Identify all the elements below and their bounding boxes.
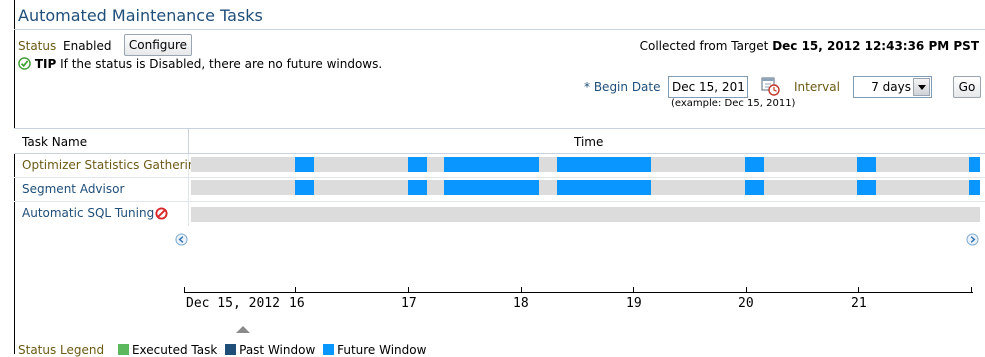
timeline-track-sql-tuning <box>191 207 980 222</box>
collected-timestamp: Dec 15, 2012 12:43:36 PM PST <box>772 39 979 53</box>
column-header-time: Time <box>574 135 604 149</box>
interval-label: Interval <box>794 80 840 94</box>
axis-label: 20 <box>738 296 754 311</box>
axis-tick <box>521 287 522 292</box>
future-window-segment[interactable] <box>745 157 764 172</box>
future-window-swatch <box>323 344 335 355</box>
timeline-track-segment-advisor <box>191 180 980 195</box>
task-link-automatic-sql-tuning[interactable]: Automatic SQL Tuning <box>22 206 168 220</box>
legend-item-executed: Executed Task <box>131 343 218 357</box>
column-divider <box>188 129 189 154</box>
legend-title: Status Legend <box>18 343 105 357</box>
task-link-segment-advisor[interactable]: Segment Advisor <box>22 182 124 196</box>
collected-from-target: Collected from Target Dec 15, 2012 12:43… <box>640 39 979 53</box>
axis-tick <box>184 287 185 292</box>
future-window-segment[interactable] <box>408 157 427 172</box>
timeline-axis <box>184 292 973 293</box>
legend-item-future: Future Window <box>337 343 427 357</box>
scroll-left-icon[interactable] <box>175 233 188 246</box>
check-circle-icon <box>18 57 31 70</box>
begin-date-input[interactable] <box>668 76 748 98</box>
future-window-segment[interactable] <box>557 157 651 172</box>
timeline-track-optimizer <box>191 157 980 172</box>
title-divider <box>14 29 985 30</box>
tip-message: TIP If the status is Disabled, there are… <box>18 57 382 71</box>
axis-label: 18 <box>513 296 529 311</box>
future-window-segment[interactable] <box>295 157 314 172</box>
configure-button[interactable]: Configure <box>124 34 192 56</box>
row-divider <box>188 202 189 226</box>
future-window-segment[interactable] <box>557 180 651 195</box>
future-window-segment[interactable] <box>295 180 314 195</box>
row-divider <box>188 154 189 178</box>
chevron-down-icon[interactable] <box>913 78 930 96</box>
row-divider <box>188 178 189 202</box>
status-value: Enabled <box>63 39 112 53</box>
axis-tick <box>858 287 859 292</box>
scroll-right-icon[interactable] <box>966 233 979 246</box>
axis-tick <box>408 287 409 292</box>
future-window-segment[interactable] <box>444 157 539 172</box>
legend-item-past: Past Window <box>239 343 316 357</box>
axis-tick <box>971 287 972 292</box>
future-window-segment[interactable] <box>857 180 876 195</box>
collected-label: Collected from Target <box>639 39 769 53</box>
future-window-segment[interactable] <box>444 180 539 195</box>
future-window-segment[interactable] <box>408 180 427 195</box>
required-marker: * <box>584 80 590 94</box>
go-button[interactable]: Go <box>953 76 981 98</box>
future-window-segment[interactable] <box>969 157 980 172</box>
future-window-segment[interactable] <box>857 157 876 172</box>
axis-tick <box>295 287 296 292</box>
interval-value: 7 days <box>871 80 911 94</box>
status-label: Status <box>18 39 57 53</box>
executed-task-swatch <box>117 344 129 355</box>
task-name-label: Automatic SQL Tuning <box>22 206 155 220</box>
past-window-swatch <box>225 344 237 355</box>
status-legend: Status Legend Executed Task Past Window … <box>18 343 426 357</box>
axis-tick <box>746 287 747 292</box>
tip-label: TIP <box>34 57 57 71</box>
task-link-optimizer-statistics[interactable]: Optimizer Statistics Gathering <box>22 158 203 172</box>
future-window-segment[interactable] <box>745 180 764 195</box>
interval-select[interactable]: 7 days <box>853 76 932 98</box>
axis-label: 16 <box>289 296 305 311</box>
axis-label: 19 <box>626 296 642 311</box>
column-header-task-name: Task Name <box>22 135 88 149</box>
calendar-clock-icon[interactable] <box>760 76 780 96</box>
tip-text: If the status is Disabled, there are no … <box>60 57 383 71</box>
page-title: Automated Maintenance Tasks <box>18 6 263 25</box>
axis-label: 21 <box>851 296 867 311</box>
table-header: Task Name Time <box>14 129 985 154</box>
begin-date-label-text: Begin Date <box>593 80 661 94</box>
current-date-marker <box>236 326 250 333</box>
axis-tick <box>633 287 634 292</box>
axis-label: Dec 15, 2012 <box>186 296 280 311</box>
axis-label: 17 <box>401 296 417 311</box>
begin-date-label: * Begin Date <box>584 80 661 94</box>
no-entry-icon <box>155 207 168 220</box>
begin-date-example: (example: Dec 15, 2011) <box>671 98 796 109</box>
future-window-segment[interactable] <box>969 180 980 195</box>
